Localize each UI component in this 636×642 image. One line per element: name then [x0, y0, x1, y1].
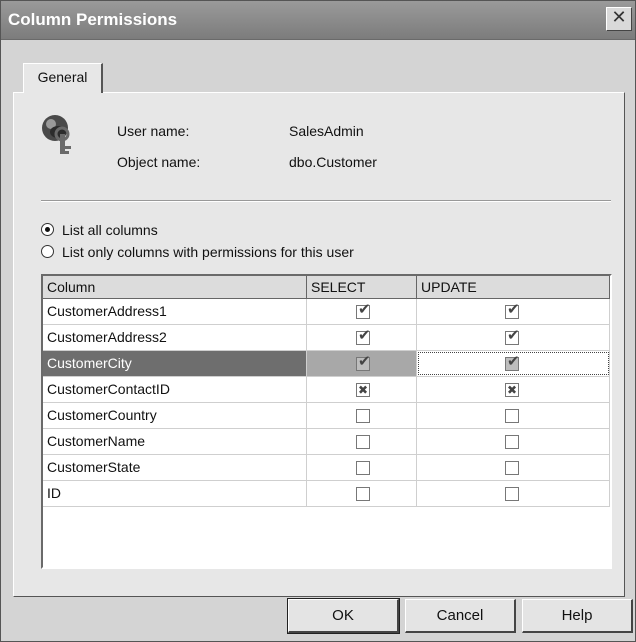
select-permission-cell[interactable]: [307, 403, 417, 428]
column-name-cell[interactable]: CustomerCountry: [43, 403, 307, 428]
radio-button-unselected[interactable]: [41, 244, 54, 258]
table-row[interactable]: CustomerAddress2: [43, 325, 610, 351]
update-permission-cell[interactable]: [417, 299, 610, 324]
update-permission-cell[interactable]: [417, 325, 610, 350]
user-permissions-icon: [42, 115, 71, 154]
select-checkbox[interactable]: [356, 461, 370, 475]
column-name-cell[interactable]: CustomerAddress1: [43, 299, 307, 324]
update-checkbox[interactable]: [505, 304, 520, 319]
divider: [41, 200, 611, 202]
select-checkbox[interactable]: [356, 356, 371, 371]
radio-button-selected[interactable]: [41, 222, 54, 236]
update-permission-cell[interactable]: [417, 455, 610, 480]
update-checkbox[interactable]: [505, 409, 519, 423]
select-checkbox[interactable]: [356, 435, 370, 449]
update-checkbox[interactable]: [505, 461, 519, 475]
table-row[interactable]: CustomerCountry: [43, 403, 610, 429]
select-checkbox[interactable]: [356, 330, 371, 345]
select-checkbox[interactable]: [356, 409, 370, 423]
table-row[interactable]: ID: [43, 481, 610, 507]
column-name-cell[interactable]: CustomerContactID: [43, 377, 307, 402]
update-permission-cell[interactable]: [417, 403, 610, 428]
table-row[interactable]: CustomerContactID: [43, 377, 610, 403]
ok-button[interactable]: OK: [287, 598, 400, 634]
object-name-value: dbo.Customer: [289, 154, 377, 170]
column-name-cell[interactable]: CustomerName: [43, 429, 307, 454]
select-permission-cell[interactable]: [307, 455, 417, 480]
table-row[interactable]: CustomerName: [43, 429, 610, 455]
title-bar[interactable]: Column Permissions ✕: [1, 1, 635, 40]
select-permission-cell[interactable]: [307, 325, 417, 350]
update-permission-cell[interactable]: [417, 351, 610, 376]
select-permission-cell[interactable]: [307, 299, 417, 324]
header-column[interactable]: Column: [43, 276, 307, 298]
header-update[interactable]: UPDATE: [417, 276, 610, 298]
radio-list-only-label: List only columns with permissions for t…: [62, 244, 354, 260]
update-checkbox[interactable]: [505, 330, 520, 345]
column-permissions-dialog: Column Permissions ✕ General User name: …: [0, 0, 636, 642]
user-name-label: User name:: [117, 123, 190, 139]
object-name-label: Object name:: [117, 154, 201, 170]
update-checkbox[interactable]: [505, 435, 519, 449]
close-button[interactable]: ✕: [606, 7, 632, 31]
column-permissions-grid[interactable]: Column SELECT UPDATE CustomerAddress1Cus…: [41, 274, 612, 569]
cancel-button[interactable]: Cancel: [405, 599, 516, 633]
update-permission-cell[interactable]: [417, 429, 610, 454]
radio-list-all-columns[interactable]: List all columns: [41, 222, 158, 240]
update-checkbox[interactable]: [505, 487, 519, 501]
window-title: Column Permissions: [8, 10, 178, 29]
header-select[interactable]: SELECT: [307, 276, 417, 298]
update-permission-cell[interactable]: [417, 481, 610, 506]
select-checkbox[interactable]: [356, 487, 370, 501]
radio-list-all-label: List all columns: [62, 222, 158, 238]
radio-list-permitted-columns[interactable]: List only columns with permissions for t…: [41, 244, 354, 262]
select-checkbox[interactable]: [356, 304, 371, 319]
select-checkbox[interactable]: [356, 383, 370, 397]
column-name-cell[interactable]: ID: [43, 481, 307, 506]
select-permission-cell[interactable]: [307, 377, 417, 402]
user-name-value: SalesAdmin: [289, 123, 364, 139]
update-checkbox[interactable]: [505, 383, 519, 397]
table-row[interactable]: CustomerCity: [43, 351, 610, 377]
update-permission-cell[interactable]: [417, 377, 610, 402]
grid-header: Column SELECT UPDATE: [43, 276, 610, 299]
table-row[interactable]: CustomerAddress1: [43, 299, 610, 325]
update-checkbox[interactable]: [505, 356, 520, 371]
column-name-cell[interactable]: CustomerCity: [43, 351, 307, 376]
select-permission-cell[interactable]: [307, 351, 417, 376]
table-row[interactable]: CustomerState: [43, 455, 610, 481]
help-button[interactable]: Help: [522, 599, 633, 633]
column-name-cell[interactable]: CustomerAddress2: [43, 325, 307, 350]
select-permission-cell[interactable]: [307, 481, 417, 506]
select-permission-cell[interactable]: [307, 429, 417, 454]
column-name-cell[interactable]: CustomerState: [43, 455, 307, 480]
tab-general[interactable]: General: [23, 63, 103, 93]
